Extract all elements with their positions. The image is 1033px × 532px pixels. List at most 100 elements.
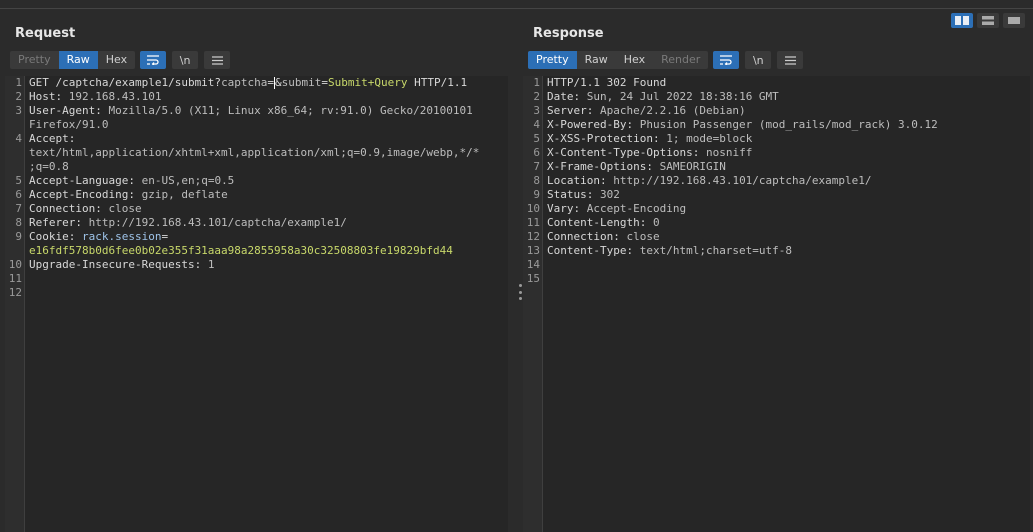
request-view-tabs: Pretty Raw Hex xyxy=(10,51,136,69)
code-token: nosniff xyxy=(705,146,753,159)
response-tab-raw[interactable]: Raw xyxy=(577,51,616,69)
line-number: 5 xyxy=(533,132,540,145)
code-token: submit xyxy=(281,76,322,89)
menu-icon[interactable] xyxy=(777,51,804,69)
response-toolbar: Pretty Raw Hex Render \n xyxy=(528,51,804,69)
word-wrap-icon[interactable] xyxy=(140,51,167,69)
splitter-grip-icon[interactable] xyxy=(519,284,522,300)
code-token: X-Powered-By: xyxy=(547,118,640,131)
top-strip xyxy=(0,0,1033,9)
code-token: HTTP/1.1 xyxy=(407,76,468,89)
line-number: 11 xyxy=(526,216,540,229)
code-token: Sun, 24 Jul 2022 18:38:16 GMT xyxy=(586,90,779,103)
code-token: HTTP/1.1 302 Found xyxy=(547,76,667,89)
code-token: Submit+Query xyxy=(328,76,408,89)
code-token: & xyxy=(275,76,282,89)
code-line: 6 Accept-Encoding: gzip, deflate xyxy=(5,188,508,202)
request-toolbar: Pretty Raw Hex \n xyxy=(10,51,231,69)
code-line: 13 Content-Type: text/html;charset=utf-8 xyxy=(523,244,1030,258)
response-tab-pretty[interactable]: Pretty xyxy=(528,51,577,69)
line-number xyxy=(5,146,22,160)
code-text: Cookie: rack.session= xyxy=(22,230,168,244)
code-token: Accept: xyxy=(29,132,82,145)
code-text: e16fdf578b0d6fee0b02e355f31aaa98a2855958… xyxy=(22,244,453,258)
line-number: 14 xyxy=(526,258,540,271)
code-text: Location: http://192.168.43.101/captcha/… xyxy=(540,174,872,188)
code-token: X-Content-Type-Options: xyxy=(547,146,706,159)
code-line: 7 X-Frame-Options: SAMEORIGIN xyxy=(523,160,1030,174)
line-number: 9 xyxy=(15,230,22,243)
code-line: 7 Connection: close xyxy=(5,202,508,216)
line-number: 1 xyxy=(15,76,22,89)
code-token: Host: xyxy=(29,90,69,103)
newline-toggle-button[interactable]: \n xyxy=(745,51,772,69)
line-number xyxy=(5,244,22,258)
code-text: Server: Apache/2.2.16 (Debian) xyxy=(540,104,746,118)
newline-toggle-button[interactable]: \n xyxy=(172,51,199,69)
line-number: 7 xyxy=(15,202,22,215)
code-token: Referer: xyxy=(29,216,89,229)
pane-splitter[interactable] xyxy=(515,20,523,532)
line-number: 10 xyxy=(526,202,540,215)
code-token: text/html,application/xhtml+xml,applicat… xyxy=(29,146,480,159)
code-token: X-XSS-Protection: xyxy=(547,132,667,145)
code-token: gzip, deflate xyxy=(141,188,228,201)
request-tab-raw[interactable]: Raw xyxy=(58,51,98,69)
line-number: 15 xyxy=(526,272,540,285)
code-token: Content-Length: xyxy=(547,216,653,229)
line-number xyxy=(5,160,22,174)
code-text: Connection: close xyxy=(22,202,142,216)
code-token: rack.session xyxy=(81,230,162,243)
code-line: 11 Content-Length: 0 xyxy=(523,216,1030,230)
code-token: text/html;charset=utf-8 xyxy=(639,244,793,257)
code-line: 14 xyxy=(523,258,1030,272)
code-token: http://192.168.43.101/captcha/example1/ xyxy=(613,174,872,187)
response-tab-render[interactable]: Render xyxy=(653,51,708,69)
code-line: 8 Location: http://192.168.43.101/captcha… xyxy=(523,174,1030,188)
code-token: close xyxy=(626,230,660,243)
code-text: X-XSS-Protection: 1; mode=block xyxy=(540,132,752,146)
menu-icon[interactable] xyxy=(204,51,231,69)
code-token: Apache/2.2.16 (Debian) xyxy=(599,104,746,117)
line-number: 10 xyxy=(8,258,22,271)
code-token: = xyxy=(267,76,275,89)
code-text: Content-Length: 0 xyxy=(540,216,660,230)
response-editor[interactable]: 1 HTTP/1.1 302 Found 2 Date: Sun, 24 Jul 20… xyxy=(523,76,1030,532)
code-text: Upgrade-Insecure-Requests: 1 xyxy=(22,258,214,272)
code-token: Server: xyxy=(547,104,600,117)
code-text: ;q=0.8 xyxy=(22,160,69,174)
code-line: Firefox/91.0 xyxy=(5,118,508,132)
code-text: Firefox/91.0 xyxy=(22,118,108,132)
code-token: 1 xyxy=(207,258,215,271)
code-token: User-Agent: xyxy=(29,104,109,117)
code-line: 8 Referer: http://192.168.43.101/captcha/… xyxy=(5,216,508,230)
code-text: text/html,application/xhtml+xml,applicat… xyxy=(22,146,479,160)
line-number: 4 xyxy=(533,118,540,131)
code-line: 11 xyxy=(5,272,508,286)
word-wrap-icon[interactable] xyxy=(713,51,740,69)
code-text: Accept-Encoding: gzip, deflate xyxy=(22,188,228,202)
code-text: User-Agent: Mozilla/5.0 (X11; Linux x86_… xyxy=(22,104,473,118)
code-text: X-Frame-Options: SAMEORIGIN xyxy=(540,160,726,174)
code-token: Firefox/91.0 xyxy=(29,118,109,131)
code-text: GET /captcha/example1/submit?captcha=&su… xyxy=(22,76,467,90)
request-tab-pretty[interactable]: Pretty xyxy=(10,51,59,69)
code-line: text/html,application/xhtml+xml,applicat… xyxy=(5,146,508,160)
line-number: 6 xyxy=(15,188,22,201)
code-token: Phusion Passenger (mod_rails/mod_rack) 3… xyxy=(639,118,938,131)
request-tab-hex[interactable]: Hex xyxy=(98,51,135,69)
code-line: 1 GET /captcha/example1/submit?captcha=&s… xyxy=(5,76,508,90)
request-editor[interactable]: 1 GET /captcha/example1/submit?captcha=&s… xyxy=(5,76,508,532)
code-token: Content-Type: xyxy=(547,244,640,257)
code-line: 6 X-Content-Type-Options: nosniff xyxy=(523,146,1030,160)
line-number: 2 xyxy=(15,90,22,103)
line-number: 9 xyxy=(533,188,540,201)
code-line: 9 Cookie: rack.session= xyxy=(5,230,508,244)
code-token: Accept-Encoding xyxy=(586,202,687,215)
code-token: = xyxy=(161,230,169,243)
response-view-tabs: Pretty Raw Hex Render xyxy=(528,51,709,69)
response-tab-hex[interactable]: Hex xyxy=(616,51,653,69)
code-text: Accept-Language: en-US,en;q=0.5 xyxy=(22,174,234,188)
request-panel: Request Pretty Raw Hex \n 1 GET /captcha/ex… xyxy=(0,20,515,532)
